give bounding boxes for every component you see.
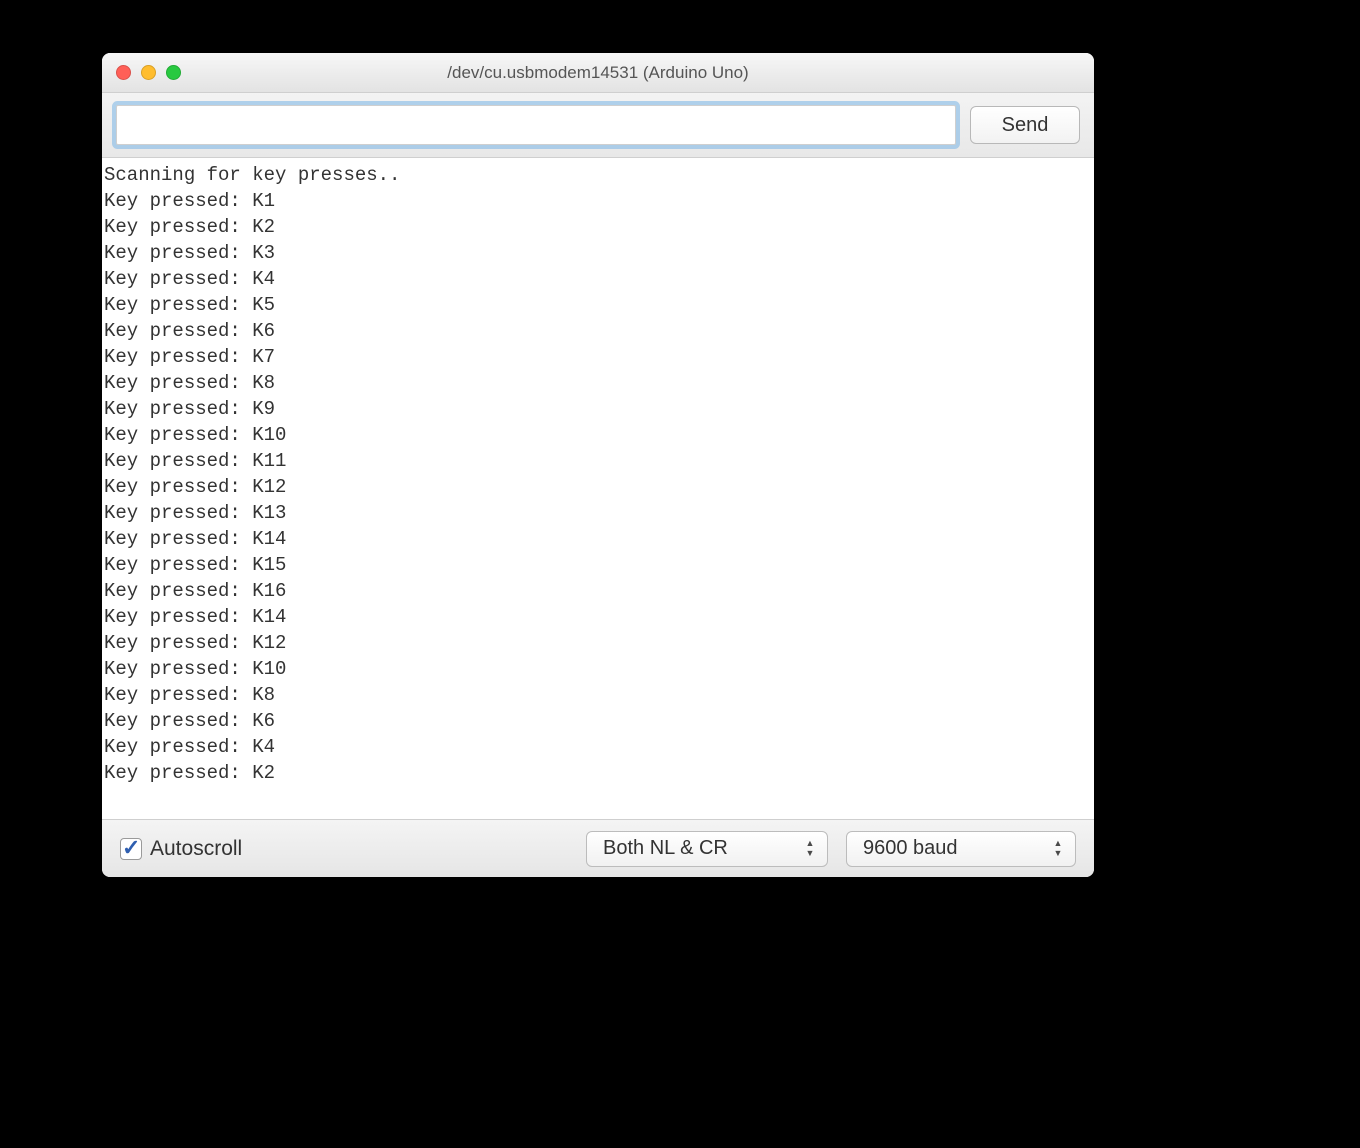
- send-button[interactable]: Send: [970, 106, 1080, 144]
- serial-input[interactable]: [116, 105, 956, 145]
- select-arrows-icon: ▲▼: [1047, 832, 1069, 866]
- autoscroll-label: Autoscroll: [150, 837, 242, 861]
- window-title: /dev/cu.usbmodem14531 (Arduino Uno): [102, 63, 1094, 83]
- serial-input-row: Send: [102, 93, 1094, 158]
- maximize-icon[interactable]: [166, 65, 181, 80]
- bottom-toolbar: Autoscroll Both NL & CR ▲▼ 9600 baud ▲▼: [102, 819, 1094, 877]
- baud-rate-select[interactable]: 9600 baud ▲▼: [846, 831, 1076, 867]
- line-ending-value: Both NL & CR: [603, 837, 728, 860]
- serial-monitor-window: /dev/cu.usbmodem14531 (Arduino Uno) Send…: [102, 53, 1094, 877]
- baud-rate-value: 9600 baud: [863, 837, 958, 860]
- minimize-icon[interactable]: [141, 65, 156, 80]
- serial-output-area[interactable]: Scanning for key presses.. Key pressed: …: [102, 158, 1094, 819]
- select-arrows-icon: ▲▼: [799, 832, 821, 866]
- autoscroll-checkbox-wrap[interactable]: Autoscroll: [120, 837, 242, 861]
- autoscroll-checkbox[interactable]: [120, 838, 142, 860]
- line-ending-select[interactable]: Both NL & CR ▲▼: [586, 831, 828, 867]
- titlebar[interactable]: /dev/cu.usbmodem14531 (Arduino Uno): [102, 53, 1094, 93]
- close-icon[interactable]: [116, 65, 131, 80]
- traffic-lights: [116, 65, 181, 80]
